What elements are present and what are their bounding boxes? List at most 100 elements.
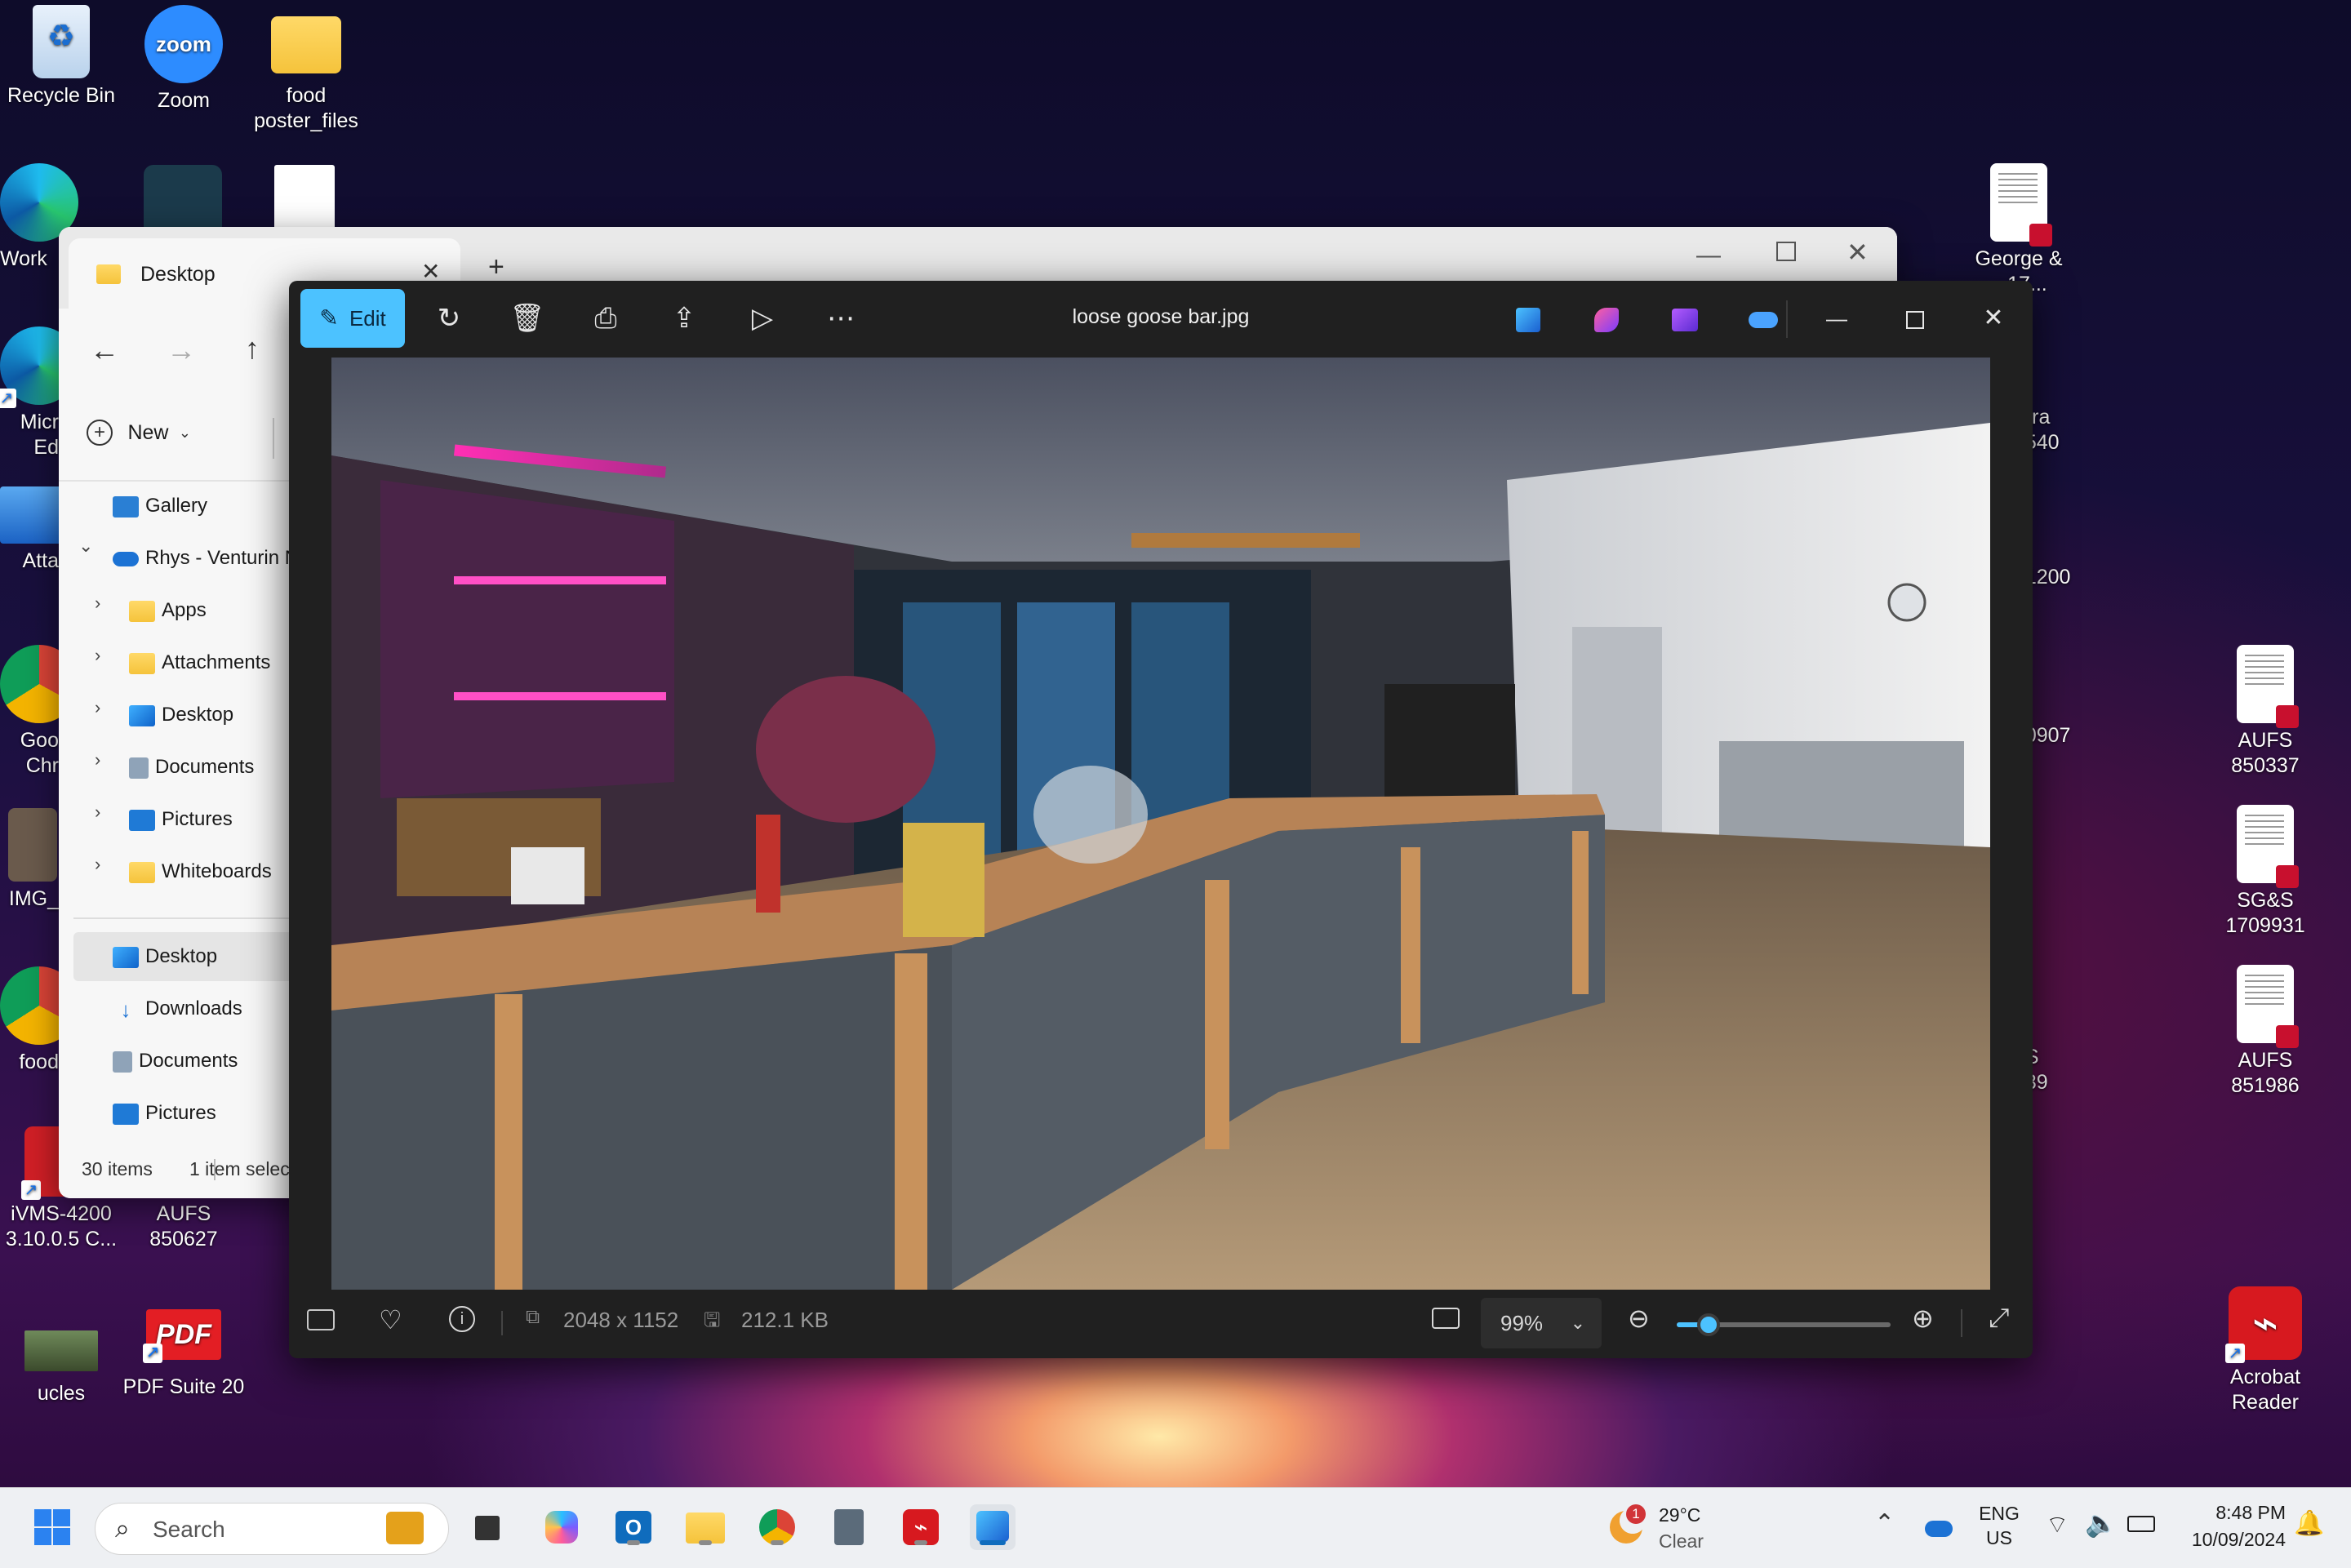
chevron-right-icon[interactable]: › [95, 854, 100, 875]
fullscreen-icon[interactable]: ⤢ [1989, 1303, 2010, 1334]
desktop-icon-food-poster-files[interactable]: food poster_files [245, 5, 367, 134]
zoom-in-icon[interactable]: ⊕ [1912, 1303, 1934, 1334]
desktop-icon-label: Micr Ed [20, 411, 59, 459]
minimize-icon[interactable]: — [1696, 242, 1721, 269]
chevron-down-icon: ⌄ [178, 424, 192, 441]
weather-widget[interactable]: 1 29°C Clear [1605, 1499, 1727, 1557]
info-icon[interactable]: i [449, 1306, 475, 1332]
desktop-icon-george[interactable]: George & ...17... [1958, 163, 2080, 297]
zoom-level-dropdown[interactable]: 99% ⌄ [1481, 1298, 1602, 1348]
chevron-right-icon[interactable]: › [95, 749, 100, 771]
sidebar-item-pictures[interactable]: Pictures [113, 1089, 216, 1138]
calculator-icon[interactable] [826, 1504, 872, 1550]
filmstrip-icon[interactable] [307, 1309, 335, 1330]
sidebar-item-label: Rhys - Venturin N [145, 547, 300, 569]
task-view-icon[interactable] [465, 1504, 511, 1550]
weather-temperature: 29°C [1659, 1504, 1701, 1526]
pdf-doc-icon[interactable] [274, 165, 335, 230]
status-selection: 1 item selec [189, 1158, 290, 1179]
desktop-icon-recycle-bin[interactable]: ♻ Recycle Bin [0, 5, 122, 109]
photos-app-icon[interactable] [970, 1504, 1016, 1550]
desktop-icon-microsoft-edge[interactable]: ↗ Micr Ed [0, 326, 78, 460]
desktop-icon-label: Recycle Bin [7, 84, 115, 107]
chrome-icon[interactable] [754, 1504, 800, 1550]
designer-icon[interactable] [1577, 289, 1636, 348]
search-box[interactable]: ⌕ Search [95, 1503, 449, 1555]
chevron-up-icon[interactable]: ⌃ [1874, 1509, 1895, 1538]
actual-size-icon[interactable] [1432, 1308, 1460, 1329]
sidebar-item-whiteboards[interactable]: Whiteboards [129, 847, 272, 896]
photos-editor-icon[interactable] [1499, 289, 1558, 348]
favorite-heart-icon[interactable]: ♡ [379, 1304, 402, 1335]
sidebar-item-label: Attachments [162, 651, 271, 673]
desktop-icon-pdf-suite[interactable]: PDF ↗ PDF Suite 20 [122, 1298, 245, 1400]
zoom-slider-thumb[interactable] [1697, 1313, 1721, 1336]
sidebar-item-attachments[interactable]: Attachments [129, 638, 270, 687]
up-arrow-icon[interactable]: ↑ [245, 331, 260, 366]
maximize-icon[interactable] [1776, 242, 1796, 261]
chevron-right-icon[interactable]: › [95, 697, 100, 718]
new-tab-icon[interactable]: + [488, 251, 504, 283]
clock[interactable]: 8:48 PM 10/09/2024 [2173, 1499, 2286, 1553]
onedrive-icon[interactable] [1925, 1521, 1953, 1537]
close-icon[interactable]: ✕ [1847, 237, 1869, 268]
sidebar-item-apps[interactable]: Apps [129, 586, 207, 635]
desktop-icon-sgs-1709931[interactable]: SG&S 1709931 [2204, 805, 2327, 939]
sidebar-item-desktop[interactable]: Desktop [73, 932, 310, 981]
desktop-icon-aufs-851986[interactable]: AUFS 851986 [2204, 965, 2327, 1099]
desktop-icon-attachments-pc[interactable]: Atta [0, 486, 65, 574]
wifi-icon[interactable]: ⌔ [2046, 1509, 2069, 1540]
file-explorer-icon[interactable] [682, 1504, 728, 1550]
sidebar-item-onedrive[interactable]: Rhys - Venturin N [113, 534, 299, 583]
desktop-icon-label: AUFS 850337 [2231, 729, 2300, 777]
new-button[interactable]: + New ⌄ [87, 420, 191, 460]
desktop-icon-ucles[interactable]: ucles [0, 1306, 122, 1406]
chevron-down-icon[interactable]: ⌄ [78, 535, 93, 557]
back-arrow-icon[interactable]: ← [90, 333, 119, 367]
volume-icon[interactable]: 🔈 [2085, 1508, 2118, 1539]
zoom-level-value: 99% [1500, 1311, 1544, 1335]
close-icon[interactable]: ✕ [1964, 289, 2023, 348]
acrobat-icon[interactable]: ⌁ [898, 1504, 944, 1550]
start-button[interactable] [29, 1504, 75, 1550]
zoom-out-icon[interactable]: ⊖ [1628, 1303, 1650, 1334]
desktop-icon-label: Goo Chr [20, 729, 59, 777]
photo-canvas[interactable] [331, 358, 1990, 1290]
desktop-icon-label: Acrobat Reader [2229, 1366, 2301, 1414]
desktop-icon-acrobat-reader[interactable]: ⌁ ↗ Acrobat Reader [2204, 1286, 2327, 1415]
onedrive-offline-icon[interactable] [1734, 289, 1793, 348]
sidebar-item-documents-onedrive[interactable]: Documents [129, 743, 254, 792]
status-item-count: 30 items [82, 1158, 153, 1179]
desktop-icon-zoom[interactable]: zoom Zoom [122, 5, 245, 113]
desktop-icon-aufs-850337[interactable]: AUFS 850337 [2204, 645, 2327, 779]
sidebar-item-pictures-onedrive[interactable]: Pictures [129, 795, 233, 844]
maximize-icon[interactable] [1886, 289, 1944, 348]
copilot-icon[interactable] [539, 1504, 584, 1550]
sidebar-item-label: Whiteboards [162, 860, 272, 882]
sidebar-item-desktop-onedrive[interactable]: Desktop [129, 691, 233, 740]
outlook-icon[interactable]: O [611, 1504, 656, 1550]
forward-arrow-icon[interactable]: → [167, 333, 196, 367]
sidebar-item-downloads[interactable]: ↓ Downloads [113, 984, 242, 1033]
zoom-slider[interactable] [1677, 1313, 1891, 1336]
desktop-icon-food-chrome[interactable]: food [0, 966, 78, 1075]
chevron-right-icon[interactable]: › [95, 645, 100, 666]
windows-logo-icon [34, 1509, 70, 1545]
notification-bell-icon[interactable]: 🔔 [2294, 1509, 2324, 1538]
desktop-icon-work[interactable]: Work [0, 163, 78, 272]
clipchamp-icon[interactable] [1655, 289, 1714, 348]
zoom-icon: zoom [144, 5, 223, 83]
battery-icon[interactable] [2127, 1516, 2155, 1532]
briefcase-icon [386, 1512, 424, 1544]
sidebar-item-documents[interactable]: Documents [113, 1037, 238, 1086]
sidebar-item-gallery[interactable]: Gallery [113, 482, 207, 531]
clock-date: 10/09/2024 [2191, 1529, 2286, 1550]
desktop-icon-label: food [19, 1051, 59, 1073]
image-dimensions: 2048 x 1152 [563, 1308, 679, 1332]
minimize-icon[interactable]: — [1807, 289, 1866, 348]
chevron-right-icon[interactable]: › [95, 802, 100, 823]
chevron-right-icon[interactable]: › [95, 593, 100, 614]
desktop-icon-google-chrome[interactable]: Goo Chr [0, 645, 78, 779]
desktop-icon-img[interactable]: IMG_ [0, 808, 59, 912]
language-indicator[interactable]: ENG US [1975, 1501, 2023, 1550]
